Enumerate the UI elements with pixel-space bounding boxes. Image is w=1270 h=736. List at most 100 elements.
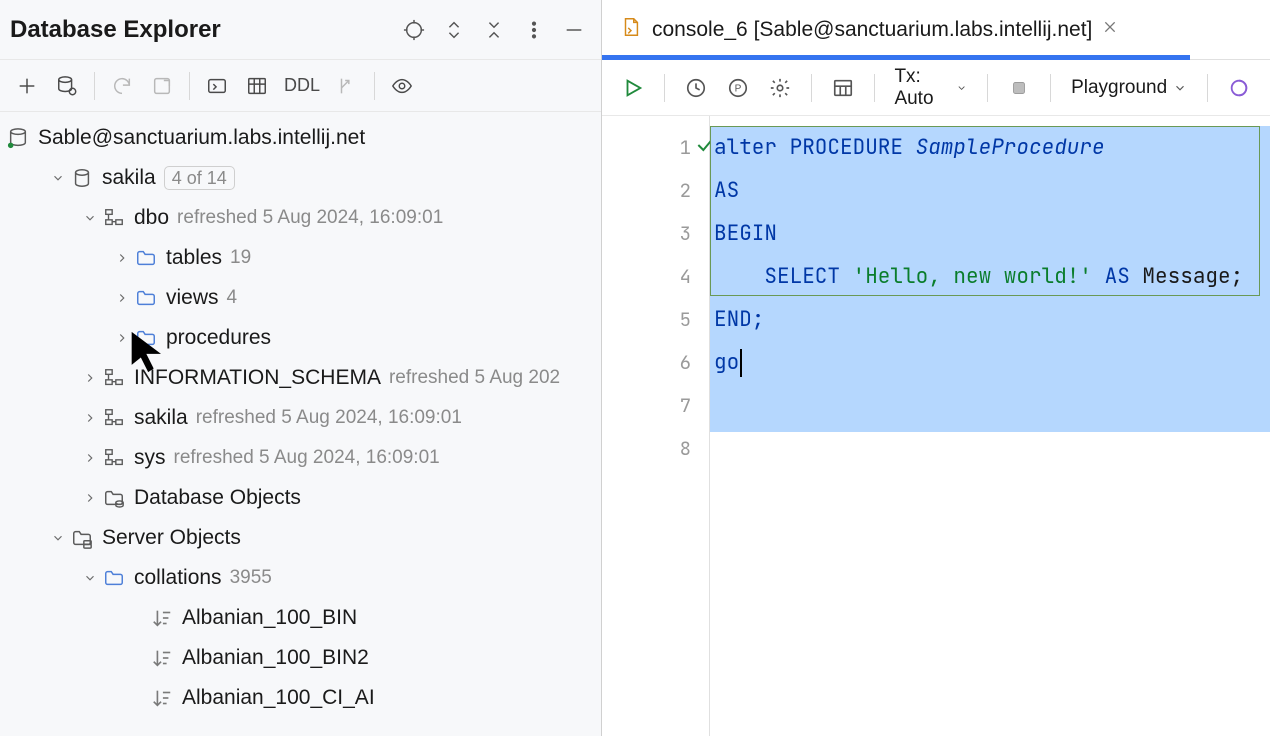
- chevron-right-icon[interactable]: [80, 371, 100, 385]
- schema-node-information-schema[interactable]: INFORMATION_SCHEMA refreshed 5 Aug 202: [0, 358, 601, 398]
- ai-assistant-button[interactable]: [1220, 69, 1258, 107]
- line-number: 1: [680, 135, 691, 160]
- code-area[interactable]: alter PROCEDURE SampleProcedure AS BEGIN…: [710, 116, 1270, 736]
- chevron-right-icon[interactable]: [112, 251, 132, 265]
- schema-meta: refreshed 5 Aug 2024, 16:09:01: [174, 447, 440, 469]
- chevron-down-icon[interactable]: [48, 171, 68, 185]
- jump-to-console-button[interactable]: [198, 67, 236, 105]
- code-token: END;: [714, 306, 764, 333]
- collation-item[interactable]: Albanian_100_BIN2: [0, 638, 601, 678]
- collations-count: 3955: [230, 567, 272, 589]
- navigate-button[interactable]: [328, 67, 366, 105]
- chevron-right-icon[interactable]: [80, 411, 100, 425]
- database-explorer-panel: Database Explorer: [0, 0, 602, 736]
- chevron-down-icon[interactable]: [80, 211, 100, 225]
- more-options-icon[interactable]: [517, 13, 551, 47]
- database-tree[interactable]: Sable@sanctuarium.labs.intellij.net saki…: [0, 112, 601, 736]
- close-icon[interactable]: [1102, 19, 1118, 40]
- tab-bar: console_6 [Sable@sanctuarium.labs.intell…: [602, 0, 1270, 60]
- schema-node-dbo[interactable]: dbo refreshed 5 Aug 2024, 16:09:01: [0, 198, 601, 238]
- playground-selector[interactable]: Playground: [1063, 77, 1195, 99]
- datasource-properties-button[interactable]: [48, 67, 86, 105]
- sort-icon: [148, 607, 176, 629]
- chevron-right-icon[interactable]: [80, 451, 100, 465]
- datasource-label: Sable@sanctuarium.labs.intellij.net: [38, 126, 365, 150]
- server-objects-label: Server Objects: [102, 526, 241, 550]
- table-view-button[interactable]: [238, 67, 276, 105]
- ddl-button[interactable]: DDL: [278, 67, 326, 105]
- add-button[interactable]: [8, 67, 46, 105]
- code-token: SampleProcedure: [916, 134, 1105, 161]
- panel-title: Database Explorer: [10, 16, 221, 44]
- schema-meta: refreshed 5 Aug 2024, 16:09:01: [196, 407, 462, 429]
- procedures-node[interactable]: procedures: [0, 318, 601, 358]
- chevron-down-icon[interactable]: [48, 531, 68, 545]
- collation-label: Albanian_100_CI_AI: [182, 686, 375, 710]
- text-caret: [740, 349, 742, 377]
- schema-label: dbo: [134, 206, 169, 230]
- tx-mode-label: Tx: Auto: [894, 66, 950, 110]
- database-objects-node[interactable]: Database Objects: [0, 478, 601, 518]
- folder-icon: [132, 327, 160, 349]
- panel-header: Database Explorer: [0, 0, 601, 60]
- collation-item[interactable]: Albanian_100_BIN: [0, 598, 601, 638]
- output-layout-button[interactable]: [824, 69, 862, 107]
- tables-label: tables: [166, 246, 222, 270]
- database-icon: [68, 167, 96, 189]
- schema-icon: [100, 207, 128, 229]
- line-number: 8: [680, 436, 691, 461]
- run-button[interactable]: [614, 69, 652, 107]
- schema-icon: [100, 407, 128, 429]
- collations-node[interactable]: collations 3955: [0, 558, 601, 598]
- datasource-node[interactable]: Sable@sanctuarium.labs.intellij.net: [0, 118, 601, 158]
- schema-label: sakila: [134, 406, 188, 430]
- database-count: 4 of 14: [164, 166, 235, 190]
- collation-item[interactable]: Albanian_100_CI_AI: [0, 678, 601, 718]
- sort-icon: [148, 687, 176, 709]
- collations-label: collations: [134, 566, 222, 590]
- collation-label: Albanian_100_BIN: [182, 606, 357, 630]
- tx-mode-selector[interactable]: Tx: Auto: [886, 66, 975, 110]
- views-node[interactable]: views 4: [0, 278, 601, 318]
- database-node[interactable]: sakila 4 of 14: [0, 158, 601, 198]
- schema-node-sakila[interactable]: sakila refreshed 5 Aug 2024, 16:09:01: [0, 398, 601, 438]
- schema-node-sys[interactable]: sys refreshed 5 Aug 2024, 16:09:01: [0, 438, 601, 478]
- chevron-right-icon[interactable]: [112, 331, 132, 345]
- schema-meta: refreshed 5 Aug 202: [389, 367, 560, 389]
- server-objects-node[interactable]: Server Objects: [0, 518, 601, 558]
- schema-meta: refreshed 5 Aug 2024, 16:09:01: [177, 207, 443, 229]
- chevron-down-icon[interactable]: [80, 571, 100, 585]
- datasource-icon: [4, 127, 32, 149]
- explorer-toolbar: DDL: [0, 60, 601, 112]
- collapse-all-icon[interactable]: [477, 13, 511, 47]
- line-number: 2: [680, 178, 691, 203]
- chevron-right-icon[interactable]: [80, 491, 100, 505]
- schema-icon: [100, 447, 128, 469]
- settings-button[interactable]: [761, 69, 799, 107]
- active-tab-indicator: [602, 55, 1190, 60]
- sql-editor[interactable]: 1 2 3 4 5 6 7 8 alter PROCEDURE SamplePr…: [602, 116, 1270, 736]
- tables-count: 19: [230, 247, 251, 269]
- line-number: 5: [680, 307, 691, 332]
- expand-collapse-icon[interactable]: [437, 13, 471, 47]
- view-options-button[interactable]: [383, 67, 421, 105]
- history-button[interactable]: [677, 69, 715, 107]
- views-count: 4: [227, 287, 238, 309]
- target-icon[interactable]: [397, 13, 431, 47]
- stop-button[interactable]: [143, 67, 181, 105]
- minimize-icon[interactable]: [557, 13, 591, 47]
- explain-plan-button[interactable]: P: [719, 69, 757, 107]
- tables-node[interactable]: tables 19: [0, 238, 601, 278]
- code-token: AS: [714, 177, 739, 204]
- code-token: Message: [1142, 263, 1230, 290]
- tab-console[interactable]: console_6 [Sable@sanctuarium.labs.intell…: [602, 0, 1136, 60]
- chevron-right-icon[interactable]: [112, 291, 132, 305]
- views-label: views: [166, 286, 219, 310]
- editor-toolbar: P Tx: Auto Playground: [602, 60, 1270, 116]
- commit-button[interactable]: [1000, 69, 1038, 107]
- editor-panel: console_6 [Sable@sanctuarium.labs.intell…: [602, 0, 1270, 736]
- refresh-button[interactable]: [103, 67, 141, 105]
- gutter: 1 2 3 4 5 6 7 8: [602, 116, 710, 736]
- sort-icon: [148, 647, 176, 669]
- code-token: AS: [1092, 263, 1142, 290]
